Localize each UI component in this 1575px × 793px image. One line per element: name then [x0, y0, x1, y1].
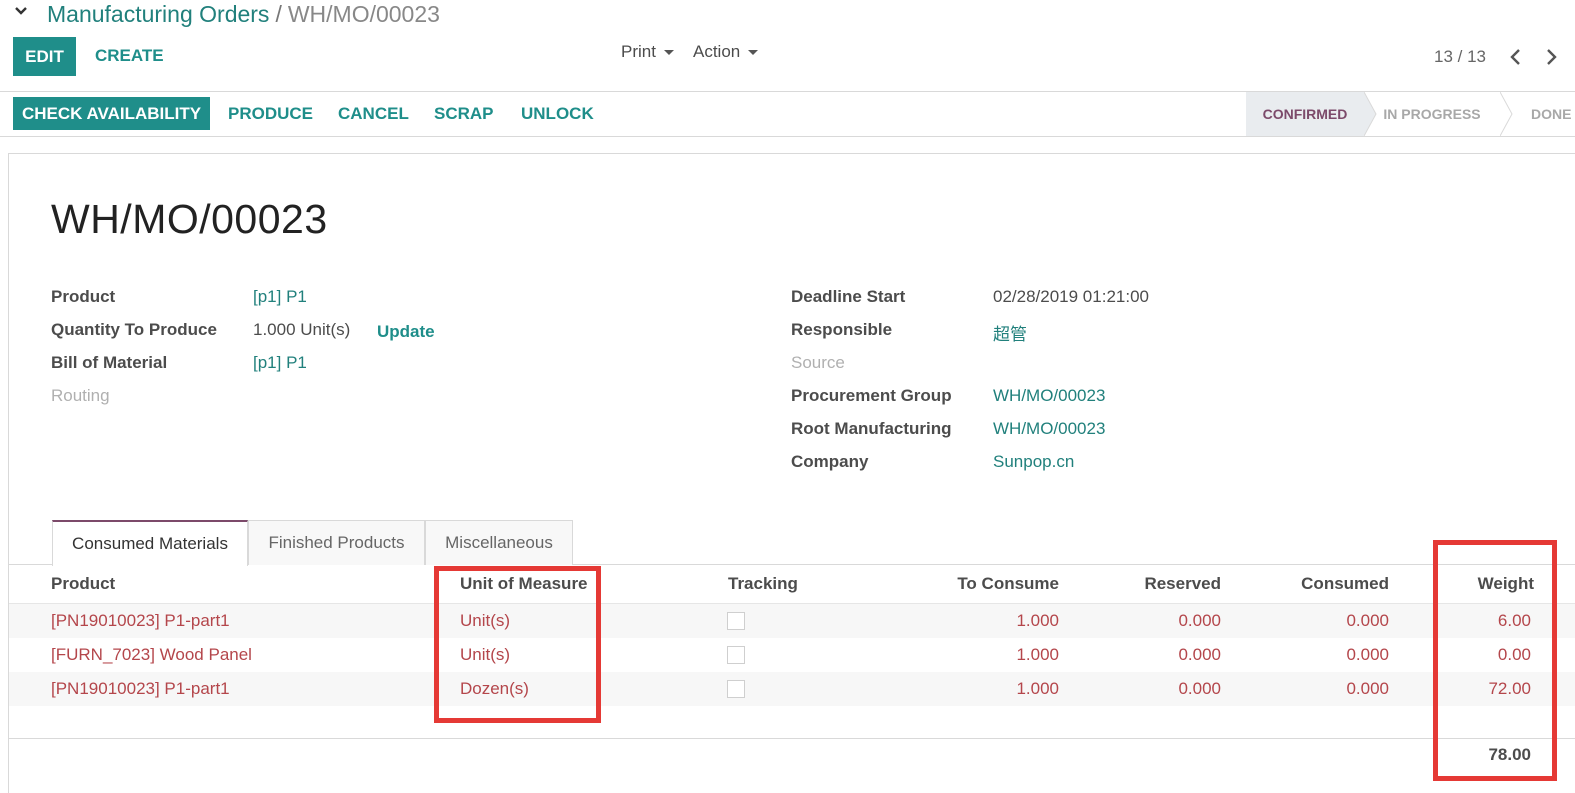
- breadcrumb: Manufacturing Orders / WH/MO/00023: [47, 0, 440, 28]
- stage-done[interactable]: DONE: [1500, 92, 1575, 136]
- action-label: Action: [693, 42, 741, 61]
- deadline-value: 02/28/2019 01:21:00: [993, 287, 1149, 306]
- deadline-label: Deadline Start: [791, 287, 906, 306]
- edit-button[interactable]: EDIT: [13, 37, 76, 76]
- row-to-consume: 1.000: [1016, 679, 1059, 698]
- bom-value-link[interactable]: [p1] P1: [253, 353, 307, 373]
- chevron-down-icon[interactable]: [14, 4, 28, 18]
- record-title: WH/MO/00023: [51, 196, 328, 242]
- table-row[interactable]: [FURN_7023] Wood Panel Unit(s) 1.000 0.0…: [9, 638, 1575, 672]
- row-product: [PN19010023] P1-part1: [51, 679, 230, 698]
- action-dropdown[interactable]: Action: [693, 42, 759, 62]
- responsible-value-link[interactable]: 超管: [993, 320, 1027, 345]
- scrap-button[interactable]: SCRAP: [434, 104, 494, 124]
- row-to-consume: 1.000: [1016, 611, 1059, 630]
- source-label: Source: [791, 353, 845, 372]
- company-label: Company: [791, 452, 869, 471]
- unlock-button[interactable]: UNLOCK: [521, 104, 594, 124]
- root-manufacturing-link[interactable]: WH/MO/00023: [993, 419, 1105, 439]
- breadcrumb-current: WH/MO/00023: [287, 1, 440, 27]
- cancel-button[interactable]: CANCEL: [338, 104, 409, 124]
- stage-confirmed: CONFIRMED: [1246, 92, 1364, 136]
- row-consumed: 0.000: [1346, 679, 1389, 698]
- tracking-checkbox[interactable]: [727, 646, 745, 664]
- row-consumed: 0.000: [1346, 611, 1389, 630]
- row-reserved: 0.000: [1178, 679, 1221, 698]
- col-tracking[interactable]: Tracking: [728, 574, 798, 594]
- pager-value[interactable]: 13 / 13: [1434, 47, 1486, 67]
- create-button[interactable]: CREATE: [95, 46, 164, 66]
- row-to-consume: 1.000: [1016, 645, 1059, 664]
- produce-button[interactable]: PRODUCE: [228, 104, 313, 124]
- responsible-label: Responsible: [791, 320, 893, 339]
- tab-consumed-materials[interactable]: Consumed Materials: [52, 520, 248, 566]
- col-to-consume[interactable]: To Consume: [909, 574, 1059, 594]
- row-consumed: 0.000: [1346, 645, 1389, 664]
- caret-down-icon: [748, 49, 759, 55]
- row-product: [PN19010023] P1-part1: [51, 611, 230, 630]
- status-bar: CHECK AVAILABILITY PRODUCE CANCEL SCRAP …: [0, 92, 1575, 137]
- col-product[interactable]: Product: [51, 574, 115, 594]
- quantity-value: 1.000 Unit(s): [253, 320, 351, 339]
- update-quantity-button[interactable]: Update: [377, 322, 435, 342]
- row-reserved: 0.000: [1178, 611, 1221, 630]
- stage-in-progress[interactable]: IN PROGRESS: [1364, 92, 1500, 136]
- row-reserved: 0.000: [1178, 645, 1221, 664]
- tab-finished-products[interactable]: Finished Products: [248, 520, 425, 565]
- product-label: Product: [51, 287, 116, 306]
- control-panel: Manufacturing Orders / WH/MO/00023 EDIT CR…: [0, 0, 1575, 92]
- breadcrumb-parent-link[interactable]: Manufacturing Orders: [47, 1, 269, 27]
- table-header: Product Unit of Measure Tracking To Cons…: [9, 566, 1575, 604]
- product-value-link[interactable]: [p1] P1: [253, 287, 307, 307]
- print-dropdown[interactable]: Print: [621, 42, 674, 62]
- procurement-group-label: Procurement Group: [791, 386, 952, 405]
- chevron-left-icon[interactable]: [1508, 48, 1524, 66]
- routing-label: Routing: [51, 386, 110, 405]
- company-link[interactable]: Sunpop.cn: [993, 452, 1074, 472]
- highlight-box-weight: [1433, 540, 1557, 781]
- table-row[interactable]: [PN19010023] P1-part1 Dozen(s) 1.000 0.0…: [9, 672, 1575, 706]
- root-manufacturing-label: Root Manufacturing: [791, 419, 952, 438]
- table-row[interactable]: [PN19010023] P1-part1 Unit(s) 1.000 0.00…: [9, 604, 1575, 638]
- col-consumed[interactable]: Consumed: [1239, 574, 1389, 594]
- highlight-box-uom: [434, 566, 601, 723]
- tracking-checkbox[interactable]: [727, 612, 745, 630]
- notebook-tabs: Consumed Materials Finished Products Mis…: [9, 520, 1575, 566]
- chevron-right-icon[interactable]: [1543, 48, 1559, 66]
- bom-label: Bill of Material: [51, 353, 168, 372]
- tab-miscellaneous[interactable]: Miscellaneous: [425, 520, 573, 565]
- print-label: Print: [621, 42, 656, 61]
- quantity-label: Quantity To Produce: [51, 320, 217, 339]
- check-availability-button[interactable]: CHECK AVAILABILITY: [13, 97, 210, 130]
- procurement-group-link[interactable]: WH/MO/00023: [993, 386, 1105, 406]
- tracking-checkbox[interactable]: [727, 680, 745, 698]
- breadcrumb-separator: /: [275, 1, 282, 27]
- col-reserved[interactable]: Reserved: [1071, 574, 1221, 594]
- caret-down-icon: [663, 49, 674, 55]
- row-product: [FURN_7023] Wood Panel: [51, 645, 252, 664]
- table-footer-divider: [9, 738, 1575, 739]
